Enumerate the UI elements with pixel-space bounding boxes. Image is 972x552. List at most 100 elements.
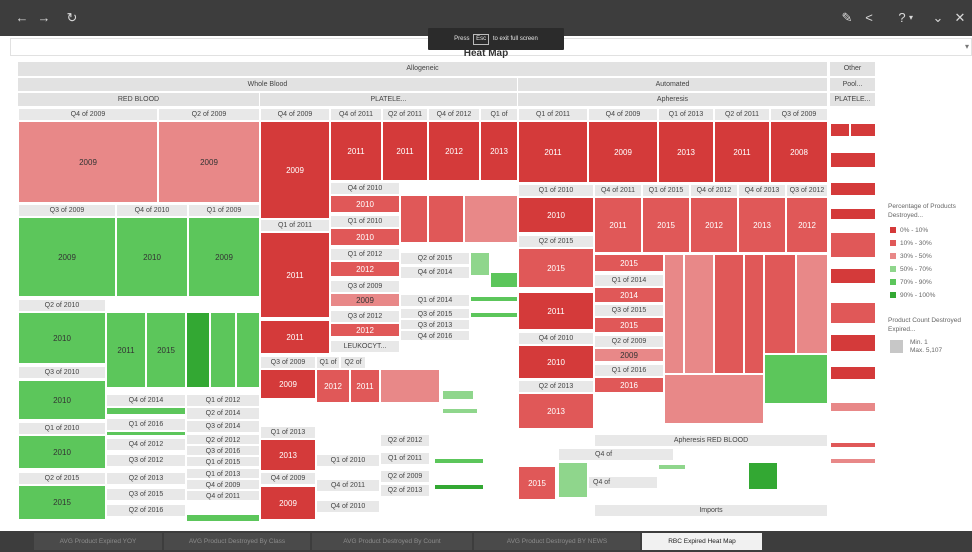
legend-item[interactable]: 10% - 30% [888, 239, 972, 252]
refresh-icon[interactable]: ↻ [62, 0, 82, 36]
tab-avg-product-destroyed-by-news[interactable]: AVG Product Destroyed BY NEWS [474, 533, 640, 550]
header-other[interactable]: Other [830, 62, 876, 77]
tab-rbc-expired-heat-map[interactable]: RBC Expired Heat Map [642, 533, 762, 550]
treemap-cell[interactable]: 2012 [690, 197, 738, 253]
treemap-cell[interactable]: 2009 [588, 121, 658, 183]
treemap-cell[interactable]: 2011 [594, 197, 642, 253]
treemap-cell[interactable]: 2011 [382, 121, 428, 181]
treemap-cell[interactable]: 2012 [330, 323, 400, 337]
treemap-cell[interactable] [664, 374, 764, 424]
treemap-cell[interactable] [830, 123, 850, 137]
treemap-cell[interactable] [830, 366, 876, 380]
treemap-cell[interactable]: 2010 [116, 217, 188, 297]
chevron-down-icon[interactable]: ▾ [965, 42, 969, 51]
treemap-cell[interactable] [830, 442, 876, 448]
treemap-cell[interactable] [434, 484, 484, 490]
tab-avg-product-destroyed-by-count[interactable]: AVG Product Destroyed By Count [312, 533, 472, 550]
forward-icon[interactable]: → [34, 0, 54, 36]
treemap-cell[interactable] [830, 334, 876, 352]
treemap-cell[interactable] [558, 462, 588, 498]
treemap-cell[interactable]: 2011 [260, 232, 330, 318]
treemap-cell[interactable] [664, 254, 684, 374]
treemap-cell[interactable]: 2015 [18, 485, 106, 520]
header-allogeneic[interactable]: Allogeneic [18, 62, 828, 77]
treemap-cell[interactable] [442, 408, 478, 414]
treemap-cell[interactable]: 2015 [146, 312, 186, 388]
treemap-cell[interactable] [658, 464, 686, 470]
treemap-cell[interactable] [830, 182, 876, 196]
treemap-cell[interactable] [434, 458, 484, 464]
treemap-cell[interactable] [210, 312, 236, 388]
treemap-cell[interactable]: 2010 [18, 380, 106, 420]
legend-item[interactable]: 50% - 70% [888, 265, 972, 278]
treemap-cell[interactable]: 2011 [714, 121, 770, 183]
treemap-cell[interactable]: 2010 [330, 228, 400, 246]
treemap-cell[interactable]: 2013 [480, 121, 518, 181]
close-icon[interactable]: ✕ [952, 0, 968, 36]
treemap-cell[interactable]: 2015 [642, 197, 690, 253]
header-red-blood[interactable]: RED BLOOD [18, 93, 260, 107]
treemap-cell[interactable] [490, 272, 518, 288]
treemap-cell[interactable] [464, 195, 518, 243]
treemap-cell[interactable]: 2010 [18, 435, 106, 469]
treemap-cell[interactable] [684, 254, 714, 374]
treemap-cell[interactable]: 2010 [18, 312, 106, 364]
treemap-cell[interactable]: 2012 [330, 261, 400, 277]
treemap-cell[interactable]: 2011 [518, 292, 594, 330]
tab-avg-product-destroyed-by-class[interactable]: AVG Product Destroyed By Class [164, 533, 310, 550]
edit-icon[interactable]: ✎ [838, 0, 856, 36]
treemap-cell[interactable]: 2008 [770, 121, 828, 183]
treemap-cell[interactable]: 2009 [158, 121, 260, 203]
treemap-cell[interactable] [748, 462, 778, 490]
treemap-cell[interactable]: 2013 [518, 393, 594, 429]
treemap-cell[interactable]: 2009 [188, 217, 260, 297]
treemap-cell[interactable]: 2009 [260, 121, 330, 219]
treemap-cell[interactable] [714, 254, 744, 374]
treemap-cell[interactable] [764, 354, 828, 404]
treemap-cell[interactable] [830, 208, 876, 220]
treemap-cell[interactable] [850, 123, 876, 137]
header-pool[interactable]: Pool... [830, 78, 876, 92]
treemap-cell[interactable] [106, 431, 186, 436]
legend-item[interactable]: 70% - 90% [888, 278, 972, 291]
header-whole-blood[interactable]: Whole Blood [18, 78, 518, 92]
legend-item[interactable]: 90% - 100% [888, 291, 972, 304]
treemap-cell[interactable] [186, 514, 260, 522]
treemap-cell[interactable] [470, 252, 490, 276]
treemap-cell[interactable] [400, 195, 428, 243]
treemap-cell[interactable] [830, 402, 876, 412]
tab-avg-product-expired-yoy[interactable]: AVG Product Expired YOY [34, 533, 162, 550]
treemap-cell[interactable]: 2011 [106, 312, 146, 388]
treemap-cell[interactable] [830, 232, 876, 258]
treemap-cell[interactable] [106, 407, 186, 415]
treemap-cell[interactable]: 2014 [594, 287, 664, 303]
header-platelet-other[interactable]: PLATELE... [830, 93, 876, 107]
treemap-cell[interactable] [830, 268, 876, 284]
treemap-cell[interactable] [764, 254, 796, 354]
treemap-cell[interactable]: 2016 [594, 377, 664, 393]
treemap-cell[interactable] [830, 302, 876, 324]
treemap-cell[interactable] [470, 296, 518, 302]
treemap-cell[interactable] [186, 312, 210, 388]
treemap-cell[interactable]: 2015 [518, 248, 594, 288]
header-platelet[interactable]: PLATELE... [260, 93, 518, 107]
treemap-cell[interactable]: 2009 [594, 348, 664, 362]
treemap-cell[interactable] [470, 312, 518, 318]
header-apheresis[interactable]: Apheresis [518, 93, 828, 107]
treemap-cell[interactable]: 2012 [428, 121, 480, 181]
treemap-cell[interactable]: 2013 [658, 121, 714, 183]
treemap-cell[interactable]: 2009 [260, 369, 316, 399]
treemap-cell[interactable] [796, 254, 828, 354]
treemap-cell[interactable]: 2012 [786, 197, 828, 253]
treemap-cell[interactable]: 2010 [330, 195, 400, 213]
back-icon[interactable]: ← [12, 0, 32, 36]
treemap-cell[interactable]: 2013 [260, 439, 316, 471]
treemap-cell[interactable]: 2013 [738, 197, 786, 253]
treemap-cell[interactable]: 2011 [518, 121, 588, 183]
share-icon[interactable]: < [860, 0, 878, 36]
treemap-cell[interactable]: 2011 [260, 320, 330, 354]
treemap-cell[interactable] [442, 390, 474, 400]
treemap-cell[interactable]: 2010 [518, 345, 594, 379]
treemap-cell[interactable]: 2009 [330, 293, 400, 307]
treemap-cell[interactable] [744, 254, 764, 374]
